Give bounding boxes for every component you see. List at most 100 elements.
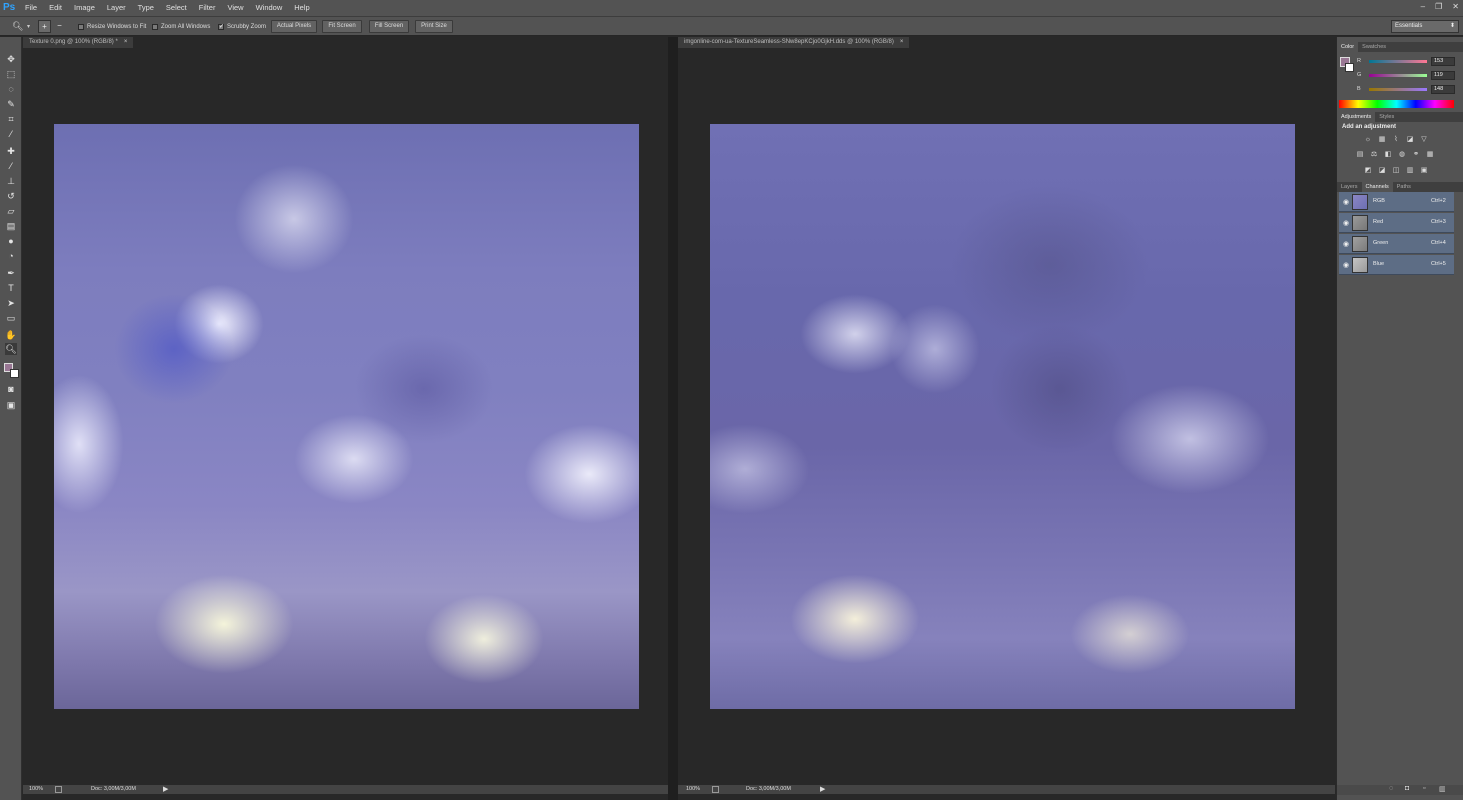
brightness-contrast-icon[interactable]: ☼ [1363,135,1373,144]
hand-tool-icon[interactable]: ✋ [5,329,17,341]
new-channel-icon[interactable]: ▫ [1423,785,1425,792]
trash-icon[interactable]: ▥ [1439,785,1446,793]
gradient-tool-icon[interactable]: ▤ [5,220,17,232]
curves-icon[interactable]: ⌇ [1391,135,1401,144]
exposure-icon[interactable]: ◪ [1405,135,1415,144]
color-lookup-icon[interactable]: ▦ [1425,150,1435,159]
menu-window[interactable]: Window [250,0,289,16]
background-color-swatch[interactable] [10,369,19,378]
channel-row[interactable]: ◉ RGB Ctrl+2 [1339,192,1454,212]
zoom-level[interactable]: 100% [686,785,700,794]
type-tool-icon[interactable]: T [5,282,17,294]
status-menu-arrow-icon[interactable]: ▶ [163,785,168,794]
background-color-swatch[interactable] [1345,63,1354,72]
lasso-tool-icon[interactable]: ◌ [5,83,17,95]
status-icon[interactable] [712,786,719,793]
actual-pixels-button[interactable]: Actual Pixels [271,20,317,33]
clone-stamp-tool-icon[interactable]: ⊥ [5,175,17,187]
levels-icon[interactable]: ▦ [1377,135,1387,144]
channel-row[interactable]: ◉ Green Ctrl+4 [1339,234,1454,254]
scrubby-zoom-checkbox[interactable]: ✓ Scrubby Zoom [218,21,266,32]
marquee-tool-icon[interactable]: ⬚ [5,68,17,80]
tab-channels[interactable]: Channels [1361,182,1393,192]
green-slider[interactable] [1369,74,1427,77]
load-selection-icon[interactable]: ◌ [1389,785,1393,792]
path-select-tool-icon[interactable]: ➤ [5,297,17,309]
document-tab-left[interactable]: Texture 0.png @ 100% (RGB/8) * × [23,37,134,48]
hue-saturation-icon[interactable]: ▤ [1355,150,1365,159]
close-icon[interactable]: ✕ [1452,2,1459,11]
zoom-tool-active-icon[interactable]: 🔍︎ [5,343,17,355]
photo-filter-icon[interactable]: ◍ [1397,150,1407,159]
invert-icon[interactable]: ◩ [1363,166,1373,175]
shape-tool-icon[interactable]: ▭ [5,312,17,324]
menu-edit[interactable]: Edit [43,0,68,16]
eye-icon[interactable]: ◉ [1343,261,1349,269]
crop-tool-icon[interactable]: ⌗ [5,113,17,125]
print-size-button[interactable]: Print Size [415,20,453,33]
resize-windows-checkbox[interactable]: Resize Windows to Fit [78,21,146,32]
tab-layers[interactable]: Layers [1337,182,1362,192]
minimize-icon[interactable]: – [1421,2,1425,11]
tab-adjustments[interactable]: Adjustments [1337,112,1376,122]
close-icon[interactable]: × [124,39,128,45]
save-selection-icon[interactable]: ◘ [1405,785,1409,792]
menu-file[interactable]: File [19,0,43,16]
canvas-seamless-clouds[interactable] [710,124,1295,709]
vibrance-icon[interactable]: ▽ [1419,135,1429,144]
menu-select[interactable]: Select [160,0,193,16]
screen-mode-icon[interactable]: ▣ [5,399,17,411]
blue-slider[interactable] [1369,88,1427,91]
status-icon[interactable] [55,786,62,793]
move-tool-icon[interactable]: ✥ [5,53,17,65]
eye-icon[interactable]: ◉ [1343,219,1349,227]
zoom-out-icon[interactable]: − [53,20,66,33]
fill-screen-button[interactable]: Fill Screen [369,20,409,33]
blur-tool-icon[interactable]: ● [5,235,17,247]
healing-brush-tool-icon[interactable]: ✚ [5,145,17,157]
color-spectrum-ramp[interactable] [1339,100,1454,108]
red-value[interactable]: 153 [1431,57,1455,66]
restore-icon[interactable]: ❐ [1435,2,1442,11]
dodge-tool-icon[interactable]: ◔ [5,250,17,262]
canvas-pixelated-clouds[interactable] [54,124,639,709]
selective-color-icon[interactable]: ▣ [1419,166,1429,175]
menu-image[interactable]: Image [68,0,101,16]
eye-icon[interactable]: ◉ [1343,240,1349,248]
fit-screen-button[interactable]: Fit Screen [322,20,362,33]
pen-tool-icon[interactable]: ✒ [5,267,17,279]
document-tab-right[interactable]: imgonline-com-ua-TextureSeamless-SNw8epK… [678,37,910,48]
menu-filter[interactable]: Filter [193,0,222,16]
gradient-map-icon[interactable]: ▥ [1405,166,1415,175]
workspace-select[interactable]: Essentials ⬍ [1391,20,1459,33]
zoom-tool-icon[interactable]: 🔍︎ [12,21,23,32]
quick-mask-icon[interactable]: ◙ [5,383,17,395]
color-balance-icon[interactable]: ⚖ [1369,150,1379,159]
channel-row[interactable]: ◉ Blue Ctrl+5 [1339,255,1454,275]
tool-preset-arrow-icon[interactable]: ▾ [27,23,30,30]
posterize-icon[interactable]: ◪ [1377,166,1387,175]
tab-color[interactable]: Color [1337,42,1359,52]
channel-row[interactable]: ◉ Red Ctrl+3 [1339,213,1454,233]
document-splitter[interactable] [668,37,678,800]
green-value[interactable]: 119 [1431,71,1455,80]
threshold-icon[interactable]: ◫ [1391,166,1401,175]
menu-type[interactable]: Type [132,0,160,16]
eraser-tool-icon[interactable]: ▱ [5,205,17,217]
blue-value[interactable]: 148 [1431,85,1455,94]
eyedropper-tool-icon[interactable]: ⁄ [5,128,17,140]
channel-mixer-icon[interactable]: ⚭ [1411,150,1421,159]
brush-tool-icon[interactable]: ⁄ [5,160,17,172]
menu-layer[interactable]: Layer [101,0,132,16]
menu-help[interactable]: Help [288,0,315,16]
menu-view[interactable]: View [221,0,249,16]
zoom-level[interactable]: 100% [29,785,43,794]
black-white-icon[interactable]: ◧ [1383,150,1393,159]
tab-styles[interactable]: Styles [1375,112,1398,122]
quick-select-tool-icon[interactable]: ✎ [5,98,17,110]
eye-icon[interactable]: ◉ [1343,198,1349,206]
history-brush-tool-icon[interactable]: ↺ [5,190,17,202]
red-slider[interactable] [1369,60,1427,63]
tab-swatches[interactable]: Swatches [1358,42,1390,52]
close-icon[interactable]: × [900,39,904,45]
